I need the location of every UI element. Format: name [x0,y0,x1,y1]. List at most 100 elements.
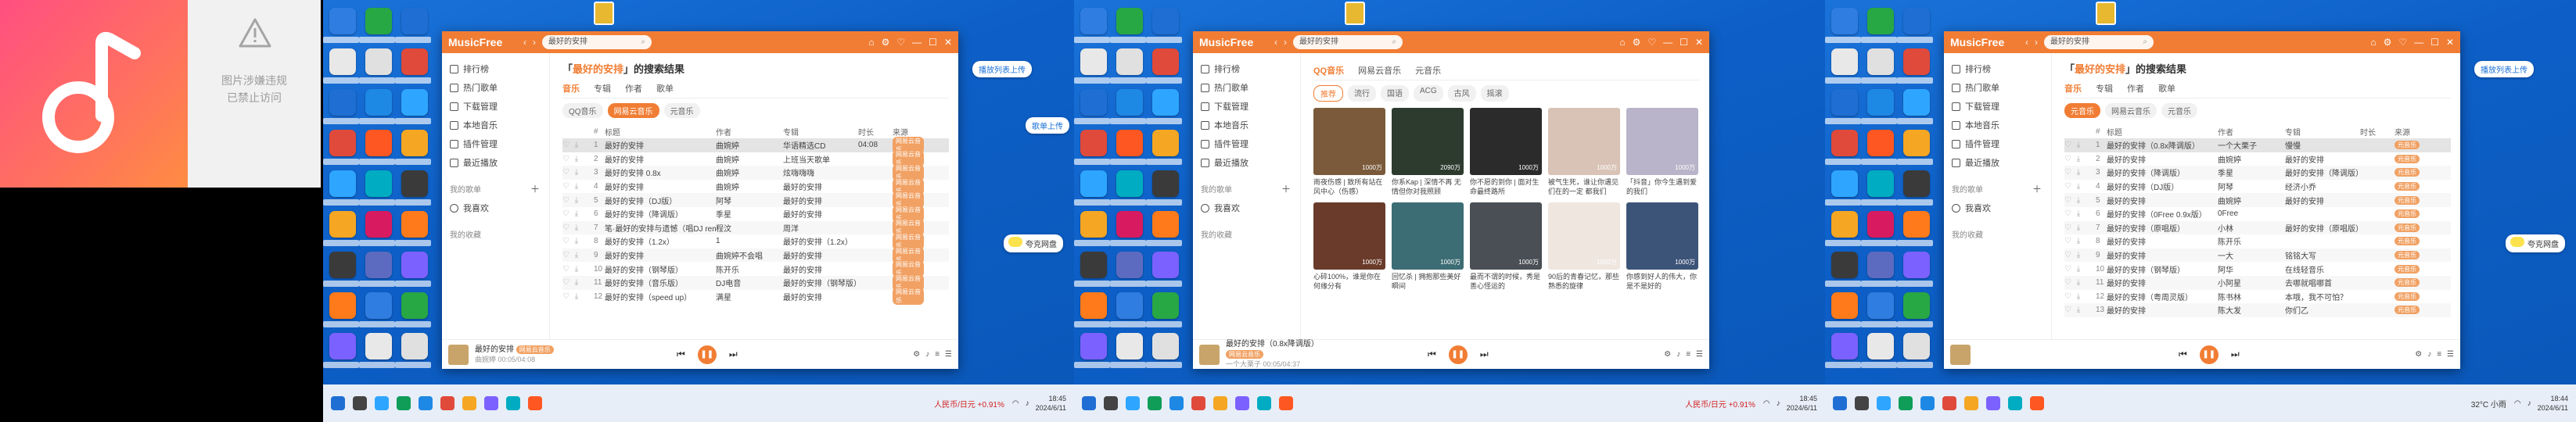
taskbar-app-icon[interactable] [1082,396,1096,410]
taskbar-app-icon[interactable] [1169,396,1184,410]
row-actions[interactable]: ♡ ⤓ [562,196,594,205]
sidebar-item[interactable]: 下载管理 [1944,97,2051,116]
playlist-card[interactable]: 1000万 最而不谓的时候，秀是善心怪运的 [1470,202,1542,292]
speed-icon[interactable]: ⚙ [913,350,920,359]
filter-chip[interactable]: ACG [1414,85,1443,102]
desktop-app-icon[interactable] [1831,130,1858,156]
album-art[interactable] [1199,344,1220,365]
table-row[interactable]: ♡ ⤓ 13 最好的安排 陈大发 你们乙 元音乐 [2064,303,2451,317]
row-actions[interactable]: ♡ ⤓ [562,224,594,232]
home-button[interactable]: ⌂ [868,37,874,48]
next-icon[interactable]: ⏭ [2231,349,2240,360]
taskbar-app-icon[interactable] [353,396,367,410]
taskbar-app-icon[interactable] [1279,396,1293,410]
taskbar-app-icon[interactable] [506,396,520,410]
table-row[interactable]: ♡ ⤓ 7 最好的安排（原唱版） 小林 最好的安排（原唱版） 元音乐 [2064,220,2451,235]
taskbar-app-icon[interactable] [1148,396,1162,410]
playlist-card[interactable]: 1000万 雨夜伤感 | 致所有站在风中心（伤感） [1313,108,1385,198]
desktop-app-icon[interactable] [1831,89,1858,116]
sidebar-item[interactable]: 插件管理 [1193,134,1300,153]
taskbar-app-icon[interactable] [2030,396,2044,410]
sidebar-item-fav[interactable]: 我喜欢 [1944,198,2051,217]
row-actions[interactable]: ♡ ⤓ [562,251,594,259]
taskbar-app-icon[interactable] [440,396,454,410]
desktop-app-icon[interactable] [1867,170,1894,197]
playlist-card[interactable]: 1000万 心碎100%，谁是你在何缘分有 [1313,202,1385,292]
playlist-cover[interactable]: 1000万 [1470,202,1542,270]
desktop-app-icon[interactable] [1903,170,1930,197]
desktop-app-icon[interactable] [1867,48,1894,75]
desktop-app-icon[interactable] [1080,130,1107,156]
taskbar-app-icon[interactable] [1986,396,2000,410]
table-row[interactable]: ♡ ⤓7笔·最好的安排与遗憾（唱DJ remix）程汶周洋网易云音乐 [562,219,949,237]
folder-icon[interactable] [1345,2,1365,25]
column-header[interactable]: 时长 [2360,126,2395,138]
desktop-app-icon[interactable] [365,8,392,34]
search-input[interactable]: 最好的安排 ⌕ [542,35,652,49]
clock[interactable]: 18:44 2024/6/11 [2538,394,2568,413]
settings-button[interactable]: ⚙ [1633,37,1641,48]
row-actions[interactable]: ♡ ⤓ [562,155,594,163]
table-row[interactable]: ♡ ⤓ 8 最好的安排（1.2x） 1 最好的安排（1.2x） 网易云音乐 [562,232,949,250]
playlist-icon[interactable]: ☰ [1696,350,1703,359]
desktop-app-icon[interactable] [1831,211,1858,238]
lyric-icon[interactable]: ≡ [2437,350,2441,359]
desktop-app-icon[interactable] [1116,89,1143,116]
upload-pill[interactable]: 播放列表上传 [2474,61,2534,77]
sidebar-item[interactable]: 热门歌单 [442,78,549,97]
row-actions[interactable]: ♡ ⤓ [562,265,594,274]
clock[interactable]: 18:45 2024/6/11 [1036,394,1066,413]
desktop-app-icon[interactable] [1903,130,1930,156]
desktop-app-icon[interactable] [1903,89,1930,116]
taskbar-app-icon[interactable] [1899,396,1913,410]
desktop-app-icon[interactable] [1152,292,1179,319]
row-actions[interactable]: ♡ ⤓ [2064,306,2096,314]
wifi-icon[interactable]: ◠ [1763,399,1770,408]
desktop-app-icon[interactable] [1831,333,1858,359]
speaker-icon[interactable]: ♪ [1777,399,1780,408]
row-actions[interactable]: ♡ ⤓ [2064,168,2096,177]
column-header[interactable]: # [594,127,605,136]
desktop-app-icon[interactable] [401,48,428,75]
table-row[interactable]: ♡ ⤓ 3 最好的安排 0.8x 曲婉婷 炫嗨嗨嗨 网易云音乐 [562,163,949,181]
table-row[interactable]: ♡ ⤓ 3 最好的安排（降调版） 季星 最好的安排（降调版） 元音乐 [2064,166,2451,180]
desktop-app-icon[interactable] [1867,211,1894,238]
desktop-app-icon[interactable] [1867,252,1894,278]
weather[interactable]: 32°C 小雨 [2471,398,2506,409]
prev-icon[interactable]: ⏮ [677,349,685,360]
desktop-app-icon[interactable] [329,211,356,238]
column-header[interactable]: 标题 [2107,126,2218,138]
search-icon[interactable]: ⌕ [641,38,645,47]
desktop-app-icon[interactable] [1152,170,1179,197]
sidebar-item-fav[interactable]: 我喜欢 [1193,198,1300,217]
back-button[interactable]: ‹ [523,37,526,48]
taskbar-app-icon[interactable] [397,396,411,410]
playlist-card[interactable]: 1000万 回忆杀 | 拥抱那些美好瞬间 [1392,202,1464,292]
taskbar-app-icon[interactable] [2008,396,2022,410]
desktop-app-icon[interactable] [1903,292,1930,319]
desktop-app-icon[interactable] [1903,48,1930,75]
filter-chip[interactable]: 古风 [1447,85,1476,102]
tab-item[interactable]: 音乐 [562,82,580,95]
desktop-app-icon[interactable] [1116,292,1143,319]
sidebar-item[interactable]: 本地音乐 [1193,116,1300,134]
desktop-app-icon[interactable] [1152,252,1179,278]
taskbar-app-icon[interactable] [331,396,345,410]
column-header[interactable]: 专辑 [783,126,858,138]
row-actions[interactable]: ♡ ⤓ [562,141,594,149]
desktop-app-icon[interactable] [1903,211,1930,238]
sidebar-item[interactable]: 下载管理 [442,97,549,116]
source-chip[interactable]: 网易云音乐 [2105,103,2157,118]
pause-icon[interactable]: ❚❚ [697,345,717,364]
desktop-app-icon[interactable] [1116,252,1143,278]
back-button[interactable]: ‹ [1274,37,1277,48]
wifi-icon[interactable]: ◠ [2514,399,2521,408]
taskbar-app-icon[interactable] [1213,396,1227,410]
sidebar-item[interactable]: 排行榜 [1193,59,1300,78]
prev-icon[interactable]: ⏮ [1428,349,1436,360]
desktop-app-icon[interactable] [1116,211,1143,238]
sidebar-item[interactable]: 排行榜 [1944,59,2051,78]
prev-icon[interactable]: ⏮ [2179,349,2187,360]
table-row[interactable]: ♡ ⤓ 1 最好的安排（0.8x降调版） 一个大栗子 慢慢 元音乐 [2064,138,2451,152]
source-tab[interactable]: 元音乐 [1415,64,1441,77]
